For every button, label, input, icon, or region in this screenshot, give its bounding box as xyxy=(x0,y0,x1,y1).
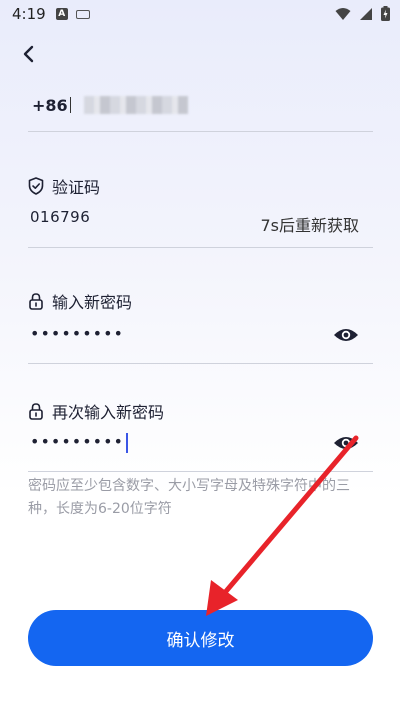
verification-label: 验证码 xyxy=(52,178,101,197)
signal-icon xyxy=(360,7,372,20)
country-code[interactable]: +86 xyxy=(32,96,68,115)
notification-a-icon: A xyxy=(55,8,68,20)
resend-code-button[interactable]: 7s后重新获取 xyxy=(260,212,359,236)
phone-field[interactable]: +86 xyxy=(28,90,373,132)
confirm-password-label: 再次输入新密码 xyxy=(52,403,165,422)
confirm-change-button[interactable]: 确认修改 xyxy=(28,610,373,666)
status-icons xyxy=(335,6,390,21)
text-cursor xyxy=(125,432,128,453)
verification-label-row: 验证码 xyxy=(28,174,100,198)
country-code-divider xyxy=(70,97,71,113)
phone-number-redacted xyxy=(84,96,188,114)
status-bar: 4:19 A xyxy=(0,0,400,28)
back-button[interactable] xyxy=(14,40,42,68)
battery-icon xyxy=(381,6,390,21)
confirm-password-value: ••••••••• xyxy=(30,432,124,451)
verification-code-field[interactable]: 016796 7s后重新获取 xyxy=(28,200,373,248)
confirm-password-label-row: 再次输入新密码 xyxy=(28,399,164,423)
lock-icon xyxy=(29,293,43,310)
verification-code-input[interactable]: 016796 xyxy=(30,208,90,226)
confirm-password-field[interactable]: ••••••••• xyxy=(28,426,373,472)
status-time: 4:19 xyxy=(12,5,46,23)
confirm-password-input[interactable]: ••••••••• xyxy=(30,432,128,453)
new-password-label-row: 输入新密码 xyxy=(28,289,132,313)
new-password-input[interactable]: ••••••••• xyxy=(30,324,124,343)
wifi-icon xyxy=(335,7,351,20)
chevron-left-icon xyxy=(23,45,34,63)
lock-icon xyxy=(29,403,43,420)
new-password-label: 输入新密码 xyxy=(52,293,133,312)
eye-icon[interactable] xyxy=(333,434,359,452)
password-requirements-hint: 密码应至少包含数字、大小写字母及特殊字符中的三种，长度为6-20位字符 xyxy=(28,478,350,517)
eye-icon[interactable] xyxy=(333,326,359,344)
keyboard-icon xyxy=(75,9,90,19)
shield-check-icon xyxy=(28,177,44,195)
new-password-field[interactable]: ••••••••• xyxy=(28,318,373,364)
